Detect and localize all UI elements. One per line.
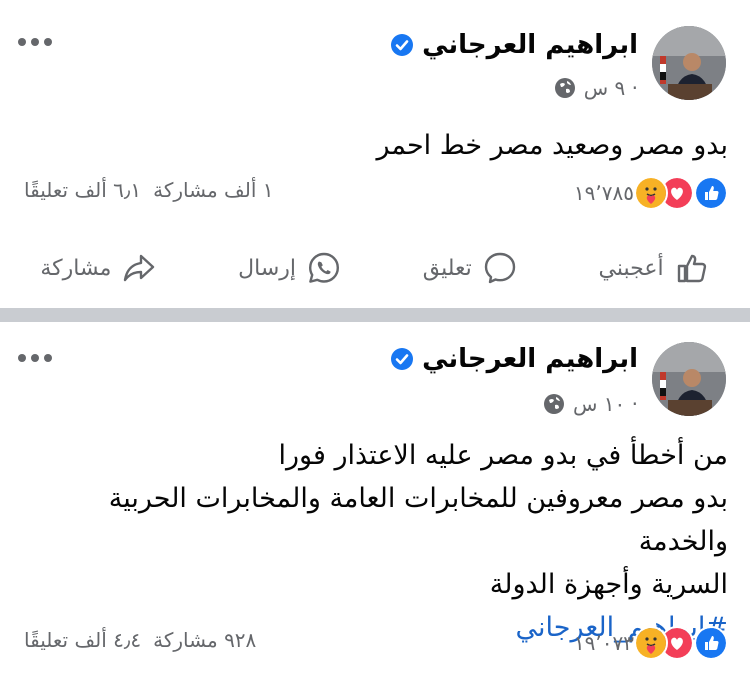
reaction-count: ١٩٬٧٨٥	[573, 181, 634, 205]
reactions-summary[interactable]: ١٩٬٠٧٣	[574, 626, 728, 660]
post-card: ابراهيم العرجاني ١٠ س · من أخطأ في بدو م…	[0, 322, 750, 694]
post-text: من أخطأ في بدو مصر عليه الاعتذار فورا بد…	[28, 434, 728, 649]
share-icon	[124, 254, 155, 282]
post-text-line: السرية وأجهزة الدولة	[489, 569, 728, 600]
post-time[interactable]: ٩ س ·	[584, 76, 638, 100]
post-card: ابراهيم العرجاني ٩ س · بدو مصر وصعيد مصر…	[0, 0, 750, 308]
reactions-summary[interactable]: ١٩٬٧٨٥	[574, 176, 728, 210]
post-actions: أعجبني تعليق إرسال مشاركة	[0, 238, 750, 298]
author-avatar[interactable]	[652, 26, 726, 100]
post-meta: ١٠ س ·	[543, 392, 638, 416]
like-icon	[694, 626, 728, 660]
whatsapp-icon	[309, 252, 339, 283]
care-icon	[634, 176, 668, 210]
send-label: إرسال	[238, 255, 296, 281]
shares-count[interactable]: ٩٢٨ مشاركة	[153, 628, 256, 652]
shares-count[interactable]: ١ ألف مشاركة	[153, 178, 273, 202]
more-options-button[interactable]	[18, 38, 52, 46]
engagement-counts: ٤٫٤ ألف تعليقًا ٩٢٨ مشاركة	[24, 628, 256, 652]
globe-icon	[554, 78, 575, 98]
reaction-count: ١٩٬٠٧٣	[573, 631, 634, 655]
author-row: ابراهيم العرجاني	[390, 30, 638, 60]
globe-icon	[544, 394, 565, 414]
post-meta: ٩ س ·	[554, 76, 638, 100]
more-icon	[18, 354, 26, 362]
avatar-photo-icon	[652, 26, 726, 100]
engagement-counts: ٦٫١ ألف تعليقًا ١ ألف مشاركة	[24, 178, 274, 202]
like-icon	[694, 176, 728, 210]
comments-count[interactable]: ٤٫٤ ألف تعليقًا	[24, 628, 141, 652]
author-row: ابراهيم العرجاني	[390, 344, 638, 374]
send-button[interactable]: إرسال	[238, 250, 342, 286]
comments-count[interactable]: ٦٫١ ألف تعليقًا	[24, 178, 141, 202]
like-label: أعجبني	[598, 255, 664, 281]
verified-badge-icon	[391, 348, 414, 370]
comment-button[interactable]: تعليق	[423, 250, 518, 286]
post-text-line: بدو مصر وصعيد مصر خط احمر	[376, 130, 728, 161]
verified-badge-icon	[391, 34, 414, 56]
avatar-photo-icon	[652, 342, 726, 416]
author-name[interactable]: ابراهيم العرجاني	[422, 30, 638, 60]
author-name[interactable]: ابراهيم العرجاني	[422, 344, 638, 374]
thumbs-up-icon	[677, 254, 706, 283]
post-text-line: من أخطأ في بدو مصر عليه الاعتذار فورا	[278, 440, 728, 471]
post-time[interactable]: ١٠ س ·	[573, 392, 638, 416]
post-text-line: بدو مصر معروفين للمخابرات العامة والمخاب…	[108, 483, 728, 557]
share-button[interactable]: مشاركة	[40, 250, 157, 286]
care-icon	[634, 626, 668, 660]
like-button[interactable]: أعجبني	[599, 250, 710, 286]
author-avatar[interactable]	[652, 342, 726, 416]
more-options-button[interactable]	[18, 354, 52, 362]
post-text: بدو مصر وصعيد مصر خط احمر	[28, 124, 728, 167]
comment-icon	[484, 252, 515, 284]
post-stats: ١٩٬٠٧٣ ٤٫٤ ألف تعليقًا ٩٢٨ مشاركة	[24, 626, 728, 660]
more-icon	[18, 38, 26, 46]
post-stats: ١٩٬٧٨٥ ٦٫١ ألف تعليقًا ١ ألف مشاركة	[24, 176, 728, 210]
comment-label: تعليق	[422, 255, 472, 281]
share-label: مشاركة	[40, 255, 112, 281]
